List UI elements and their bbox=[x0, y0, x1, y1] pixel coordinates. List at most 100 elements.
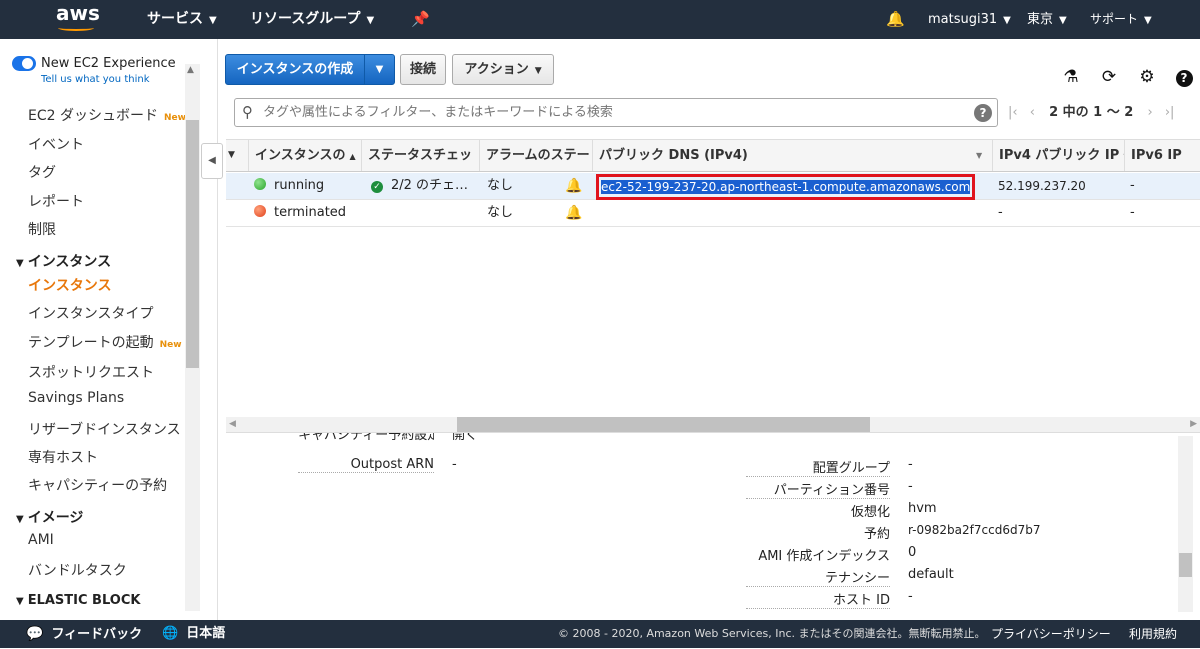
column-header-status-check[interactable]: ステータスチェッ bbox=[361, 140, 478, 171]
sidebar-item-dedicated-hosts[interactable]: 専有ホスト bbox=[28, 447, 98, 467]
alarm-status: なし bbox=[487, 178, 514, 193]
sidebar-item-reserved-instances[interactable]: リザーブドインスタンス bbox=[28, 419, 181, 439]
scroll-right-icon[interactable]: ▶ bbox=[1190, 417, 1197, 432]
first-page-icon[interactable]: |‹ bbox=[1008, 105, 1018, 120]
terms-link[interactable]: 利用規約 bbox=[1129, 620, 1177, 648]
create-instance-button[interactable]: インスタンスの作成 ▼ bbox=[225, 54, 395, 85]
search-input[interactable] bbox=[263, 102, 963, 123]
new-experience-toggle[interactable] bbox=[12, 56, 36, 71]
collapse-sidebar-button[interactable]: ◀ bbox=[201, 143, 223, 179]
search-help-icon[interactable]: ? bbox=[974, 104, 992, 122]
last-page-icon[interactable]: ›| bbox=[1165, 105, 1175, 120]
refresh-icon[interactable]: ⟳ bbox=[1098, 66, 1120, 88]
support-menu[interactable]: サポート ▼ bbox=[1090, 0, 1152, 39]
services-menu[interactable]: サービス ▼ bbox=[147, 0, 217, 39]
horizontal-scrollbar-thumb[interactable] bbox=[457, 417, 870, 432]
table-row[interactable]: running ✓ 2/2 のチェ… なし 🔔 ec2-52-199-237-20… bbox=[226, 173, 1200, 200]
detail-value-ami-launch-index: 0 bbox=[908, 545, 917, 560]
column-sort-toggle[interactable]: ▼ bbox=[226, 140, 248, 171]
pin-icon[interactable]: 📌 bbox=[411, 0, 430, 39]
next-page-icon[interactable]: › bbox=[1147, 105, 1152, 120]
column-header-ipv4[interactable]: IPv4 パブリック IP▼ bbox=[992, 140, 1124, 171]
new-experience-label: New EC2 Experience bbox=[41, 56, 176, 71]
detail-value-outpost-arn: - bbox=[452, 457, 457, 472]
scroll-left-icon[interactable]: ◀ bbox=[229, 417, 236, 432]
create-alarm-icon[interactable]: 🔔 bbox=[565, 173, 582, 199]
details-vertical-scrollbar[interactable] bbox=[1178, 436, 1193, 612]
sidebar-item-instances[interactable]: インスタンス bbox=[28, 275, 111, 295]
column-header-label: パブリック DNS (IPv4) bbox=[599, 148, 748, 163]
filter-search-box: ⚲ ? bbox=[234, 98, 998, 127]
feedback-link[interactable]: Tell us what you think bbox=[41, 74, 150, 85]
section-instances[interactable]: ▼ インスタンス bbox=[16, 251, 111, 271]
column-header-alarm[interactable]: アラームのステー bbox=[479, 140, 591, 171]
sidebar-item-dashboard[interactable]: EC2 ダッシュボード New bbox=[28, 105, 186, 125]
region-label: 東京 bbox=[1027, 12, 1054, 27]
bell-icon[interactable]: 🔔 bbox=[886, 0, 905, 39]
help-icon[interactable]: ? bbox=[1173, 66, 1195, 88]
sidebar-item-tags[interactable]: タグ bbox=[28, 162, 56, 182]
instance-state: running bbox=[274, 178, 325, 193]
detail-value-host-id: - bbox=[908, 589, 913, 604]
column-header-public-dns[interactable]: パブリック DNS (IPv4) ▼ bbox=[592, 140, 992, 171]
actions-label: アクション bbox=[464, 62, 529, 77]
region-menu[interactable]: 東京 ▼ bbox=[1027, 0, 1067, 39]
sidebar-item-ami[interactable]: AMI bbox=[28, 532, 54, 548]
sidebar-item-events[interactable]: イベント bbox=[28, 134, 84, 154]
column-header-instance-state[interactable]: インスタンスの ▲ bbox=[248, 140, 360, 171]
connect-button[interactable]: 接続 bbox=[400, 54, 446, 85]
alarm-status: なし bbox=[487, 205, 514, 220]
flask-icon[interactable]: ⚗ bbox=[1060, 66, 1082, 88]
sidebar-item-instance-types[interactable]: インスタンスタイプ bbox=[28, 303, 153, 323]
sidebar-item-spot-requests[interactable]: スポットリクエスト bbox=[28, 362, 154, 382]
sidebar-item-capacity-reservations[interactable]: キャパシティーの予約 bbox=[28, 475, 167, 495]
status-check-cell: ✓ 2/2 のチェ… bbox=[371, 173, 468, 199]
top-navigation-bar: aws サービス ▼ リソースグループ ▼ 📌 🔔 matsugi31 ▼ 東京 ▼ サ… bbox=[0, 0, 1200, 39]
section-images[interactable]: ▼ イメージ bbox=[16, 507, 83, 527]
scroll-up-icon[interactable]: ▲ bbox=[187, 65, 194, 75]
create-alarm-icon[interactable]: 🔔 bbox=[565, 200, 582, 226]
resize-handle[interactable]: • • • bbox=[696, 433, 723, 437]
detail-label-virtualization: 仮想化 bbox=[850, 505, 890, 520]
section-ebs[interactable]: ▼ ELASTIC BLOCK bbox=[16, 593, 140, 608]
feedback-button[interactable]: 💬 フィードバック bbox=[26, 620, 142, 648]
triangle-down-icon: ▼ bbox=[16, 596, 24, 607]
language-selector[interactable]: 🌐 日本語 bbox=[162, 620, 225, 648]
ipv4-public-ip: - bbox=[998, 205, 1003, 220]
privacy-link[interactable]: プライバシーポリシー bbox=[991, 620, 1111, 648]
sidebar-item-limits[interactable]: 制限 bbox=[28, 219, 56, 239]
sidebar-item-bundle-tasks[interactable]: バンドルタスク bbox=[28, 560, 127, 580]
prev-page-icon[interactable]: ‹ bbox=[1030, 105, 1035, 120]
section-instances-label: インスタンス bbox=[27, 254, 112, 270]
create-instance-label: インスタンスの作成 bbox=[236, 62, 354, 77]
detail-value: 開く bbox=[452, 432, 479, 441]
create-instance-dropdown[interactable]: ▼ bbox=[364, 55, 394, 84]
column-header-label: インスタンスの bbox=[255, 148, 346, 163]
detail-label-host-id: ホスト ID bbox=[746, 589, 890, 609]
public-dns-cell[interactable]: ec2-52-199-237-20.ap-northeast-1.compute… bbox=[596, 174, 976, 200]
resource-groups-menu[interactable]: リソースグループ ▼ bbox=[250, 0, 374, 39]
gear-icon[interactable]: ⚙ bbox=[1136, 66, 1158, 88]
sidebar-item-launch-templates[interactable]: テンプレートの起動 New bbox=[28, 332, 182, 352]
terminated-status-icon bbox=[254, 205, 266, 217]
sidebar-item-savings-plans[interactable]: Savings Plans bbox=[28, 390, 124, 406]
aws-logo[interactable]: aws bbox=[56, 0, 100, 39]
sidebar-item-label: テンプレートの起動 bbox=[28, 335, 154, 351]
table-row[interactable]: terminated なし 🔔 - - bbox=[226, 200, 1200, 227]
triangle-down-icon: ▼ bbox=[16, 514, 24, 525]
sidebar-scrollbar-thumb[interactable] bbox=[186, 120, 199, 368]
search-icon: ⚲ bbox=[242, 103, 253, 121]
column-header-ipv6[interactable]: IPv6 IP bbox=[1124, 140, 1200, 171]
details-scrollbar-thumb[interactable] bbox=[1179, 553, 1192, 577]
new-badge: New bbox=[163, 113, 186, 123]
speech-bubble-icon: 💬 bbox=[26, 626, 44, 642]
detail-value-placement-group: - bbox=[908, 457, 913, 472]
user-menu[interactable]: matsugi31 ▼ bbox=[928, 0, 1011, 39]
instance-state-cell: terminated bbox=[254, 200, 346, 226]
public-dns[interactable]: ec2-52-199-237-20.ap-northeast-1.compute… bbox=[601, 180, 971, 194]
running-status-icon bbox=[254, 178, 266, 190]
toggle-knob bbox=[22, 58, 33, 69]
sidebar-item-reports[interactable]: レポート bbox=[28, 191, 84, 211]
actions-button[interactable]: アクション ▼ bbox=[452, 54, 554, 85]
instances-table-header: ▼ インスタンスの ▲ ステータスチェッ アラームのステー パブリック DNS (… bbox=[226, 139, 1200, 172]
